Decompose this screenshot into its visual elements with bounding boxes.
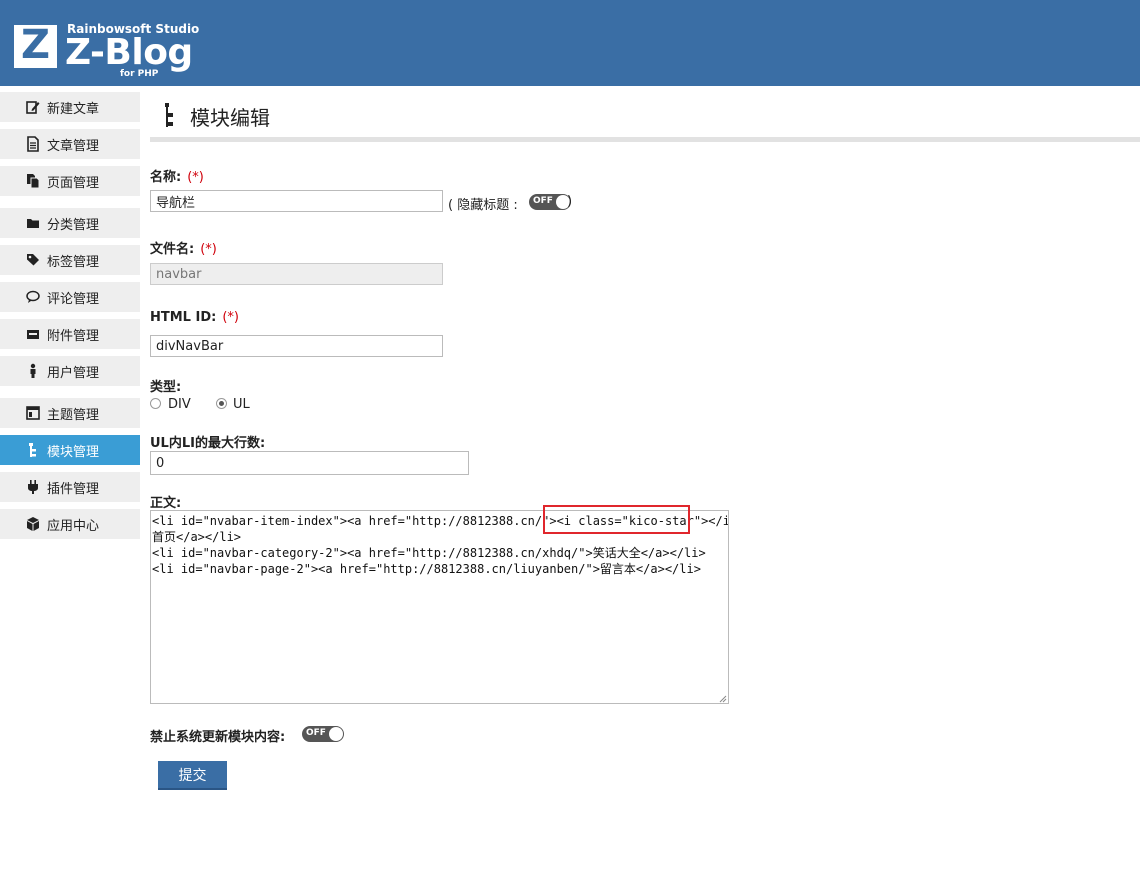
required-mark: (*) [222, 310, 239, 325]
sidebar-item-label: 附件管理 [47, 329, 100, 344]
inbox-icon [26, 326, 40, 342]
box-icon [26, 516, 40, 532]
layout-icon [26, 405, 40, 421]
content-label: 正文: [150, 496, 182, 511]
edit-icon [26, 99, 40, 115]
filename-input [150, 263, 443, 285]
logo-sub-text: for PHP [120, 69, 159, 79]
sidebar-item-label: 页面管理 [47, 176, 100, 191]
sidebar-item-users[interactable]: 用户管理 [0, 356, 140, 386]
sidebar-item-label: 插件管理 [47, 482, 100, 497]
document-icon [26, 136, 40, 152]
required-mark: (*) [187, 170, 204, 185]
code-line: <li id="navbar-page-2"><a href="http://8… [152, 562, 701, 576]
tag-icon [26, 252, 40, 268]
no-update-toggle[interactable]: OFF [302, 726, 344, 742]
page-title: 模块编辑 [190, 106, 270, 130]
sidebar-item-label: 应用中心 [47, 519, 100, 534]
pages-icon [26, 173, 40, 189]
sidebar-item-app-center[interactable]: 应用中心 [0, 509, 140, 539]
logo-brand-text: Z-Blog [65, 32, 193, 73]
sidebar-item-label: 文章管理 [47, 139, 100, 154]
sidebar-item-plugins[interactable]: 插件管理 [0, 472, 140, 502]
sidebar-item-pages[interactable]: 页面管理 [0, 166, 140, 196]
hide-title-label: ( 隐藏标题 : [448, 198, 518, 213]
no-update-label: 禁止系统更新模块内容: [150, 730, 286, 745]
sidebar-item-attachments[interactable]: 附件管理 [0, 319, 140, 349]
name-label: 名称: (*) [150, 170, 204, 185]
sidebar-item-label: 新建文章 [47, 102, 100, 117]
tree-icon [26, 442, 40, 458]
hide-title-close: ) [567, 194, 573, 209]
sidebar-item-label: 用户管理 [47, 366, 100, 381]
type-option-div-label: DIV [168, 397, 191, 412]
type-option-ul-label: UL [233, 397, 250, 412]
title-divider [150, 137, 1140, 142]
type-radio-div[interactable] [150, 398, 161, 409]
sidebar-item-label: 分类管理 [47, 218, 100, 233]
comment-icon [26, 289, 40, 305]
htmlid-input[interactable] [150, 335, 443, 357]
sidebar-item-label: 模块管理 [47, 445, 100, 460]
name-input[interactable] [150, 190, 443, 212]
sidebar-item-label: 标签管理 [47, 255, 100, 270]
app-header: Z Rainbowsoft Studio Z-Blog for PHP [0, 0, 1140, 86]
type-radio-ul[interactable] [216, 398, 227, 409]
folder-icon [26, 215, 40, 231]
type-label: 类型: [150, 380, 182, 395]
plug-icon [26, 479, 40, 495]
sidebar-item-themes[interactable]: 主题管理 [0, 398, 140, 428]
code-line: <li id="navbar-category-2"><a href="http… [152, 546, 706, 560]
submit-button[interactable]: 提交 [158, 761, 227, 790]
annotation-highlight-box [543, 505, 690, 534]
filename-label: 文件名: (*) [150, 242, 217, 257]
content-textarea[interactable]: <li id="nvabar-item-index"><a href="http… [150, 510, 729, 704]
required-mark: (*) [200, 242, 217, 257]
sidebar-item-new-article[interactable]: 新建文章 [0, 92, 140, 122]
sidebar-item-comments[interactable]: 评论管理 [0, 282, 140, 312]
htmlid-label: HTML ID: (*) [150, 310, 239, 325]
tree-icon [163, 102, 177, 128]
zblog-logo-icon: Z [14, 22, 57, 68]
sidebar-item-tags[interactable]: 标签管理 [0, 245, 140, 275]
sidebar-item-label: 评论管理 [47, 292, 100, 307]
sidebar-item-articles[interactable]: 文章管理 [0, 129, 140, 159]
sidebar-item-label: 主题管理 [47, 408, 100, 423]
sidebar-item-modules[interactable]: 模块管理 [0, 435, 140, 465]
maxli-input[interactable] [150, 451, 469, 475]
maxli-label: UL内LI的最大行数: [150, 436, 266, 451]
user-icon [26, 363, 40, 379]
resize-handle-icon[interactable] [718, 692, 727, 703]
hide-title-toggle[interactable]: OFF [529, 194, 571, 210]
sidebar-item-categories[interactable]: 分类管理 [0, 208, 140, 238]
